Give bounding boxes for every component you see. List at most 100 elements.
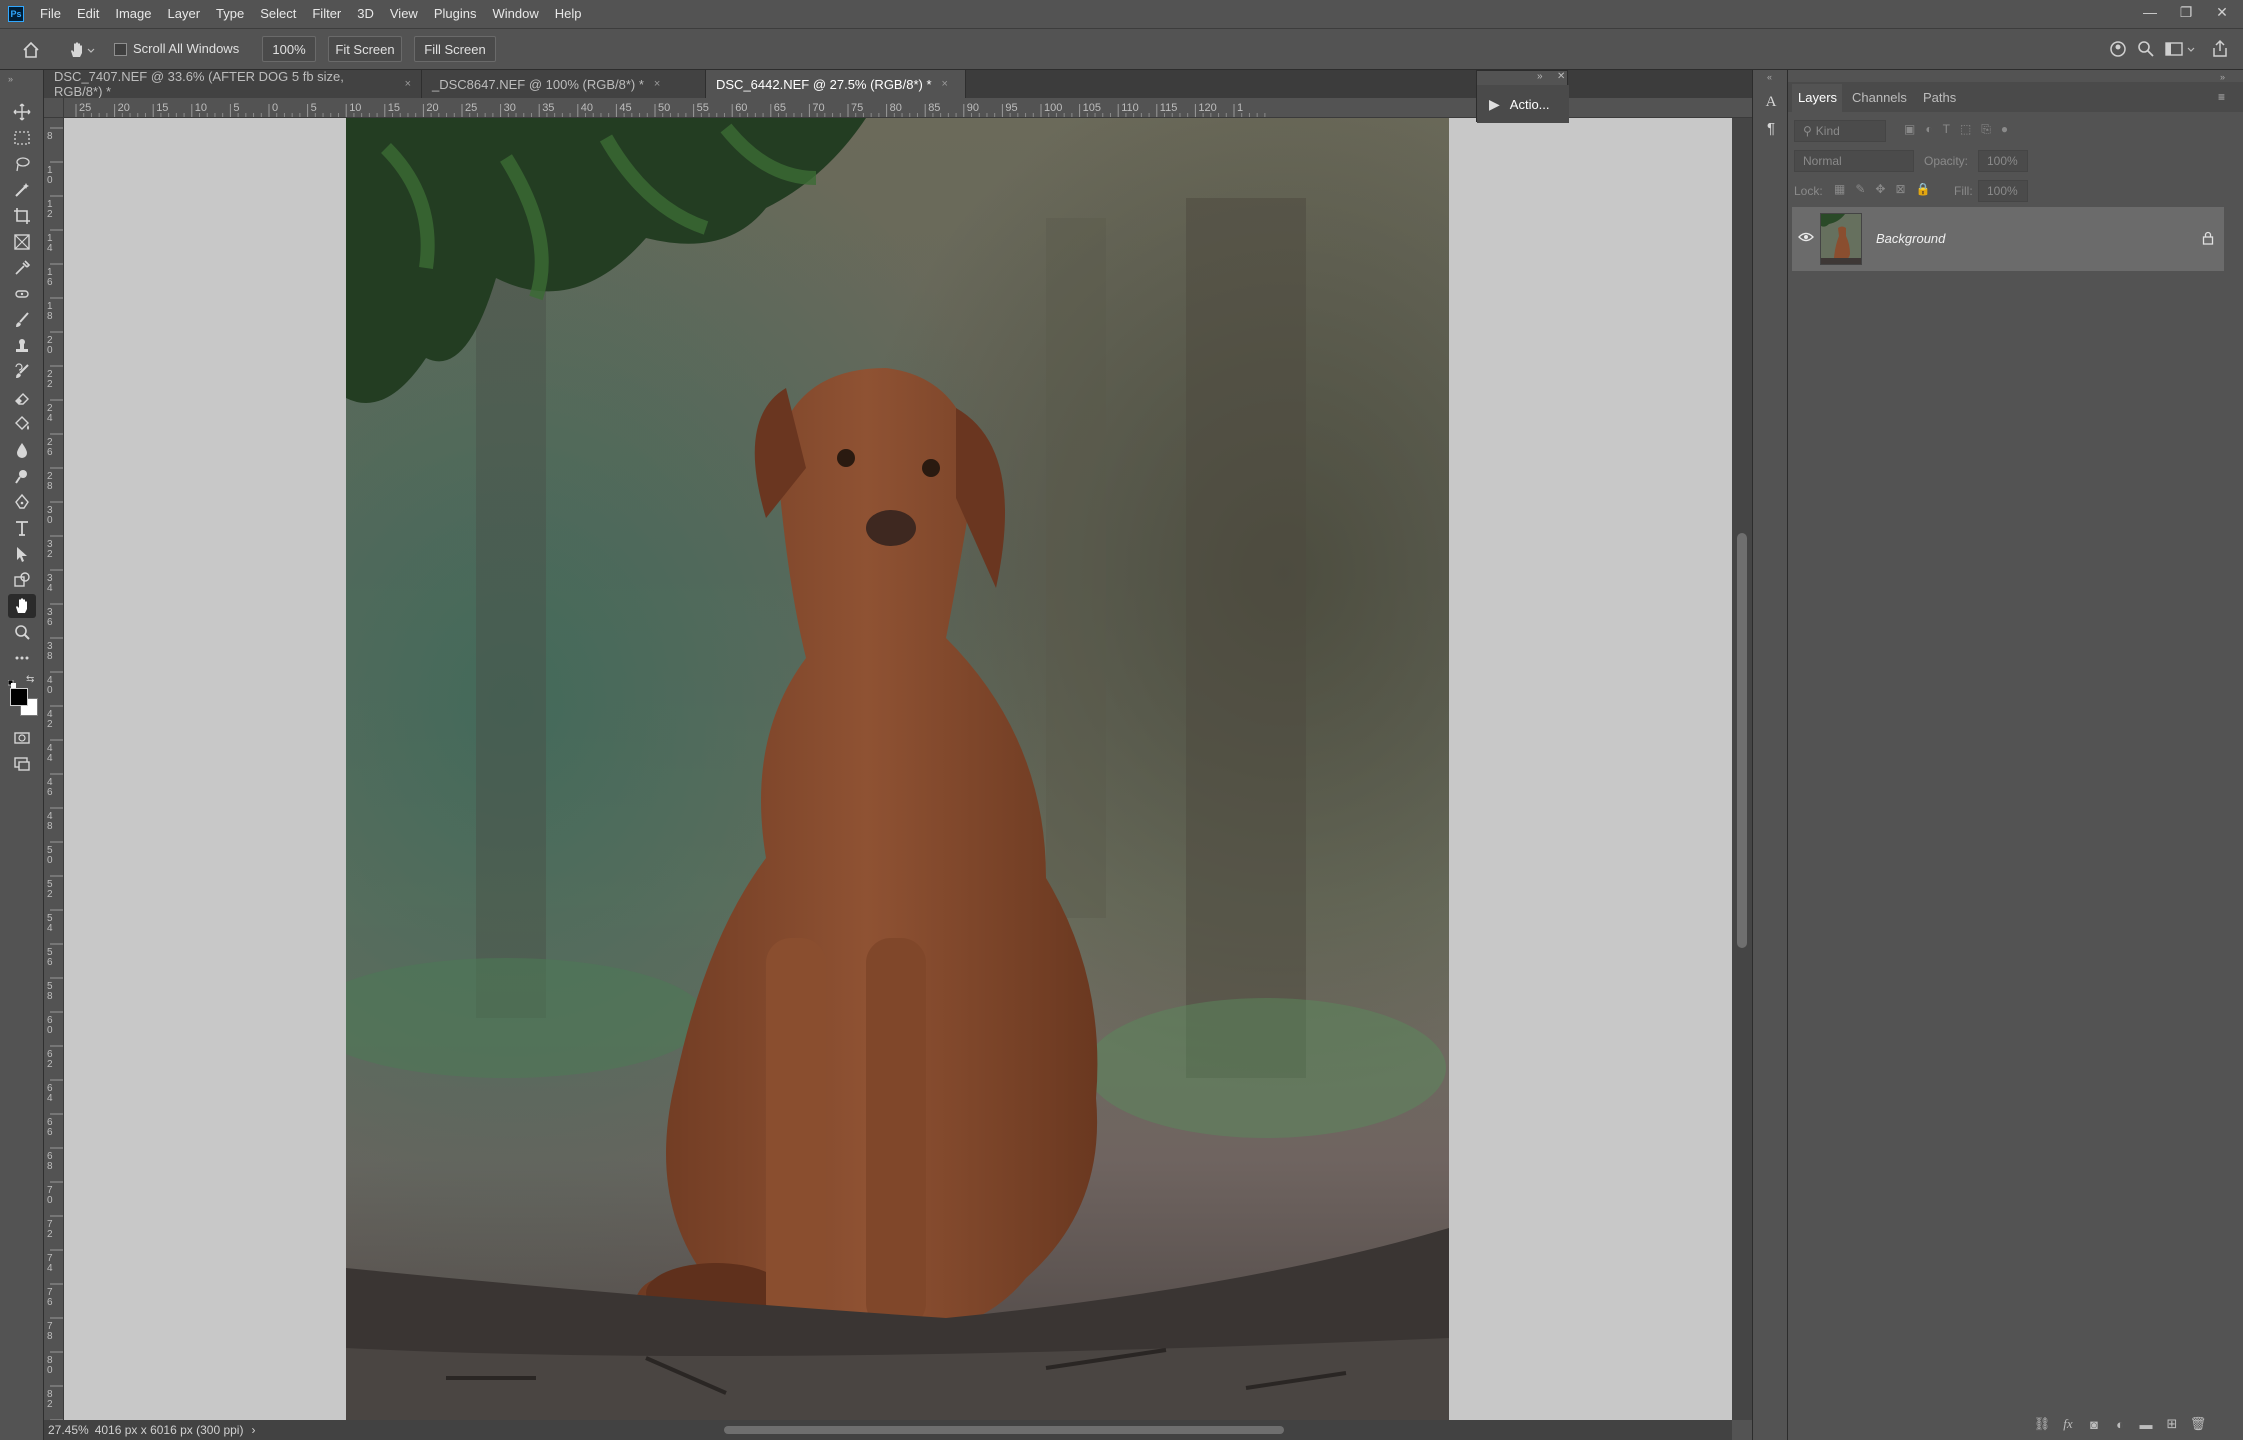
horizontal-scrollbar[interactable] xyxy=(270,1420,1732,1440)
lock-image-icon[interactable]: ✎ xyxy=(1855,182,1865,196)
smart-object-filter-icon[interactable]: ⎘ xyxy=(1981,122,1991,137)
pen-icon[interactable] xyxy=(8,490,36,514)
collapse-strip-icon[interactable]: « xyxy=(1767,72,1772,82)
history-brush-icon[interactable] xyxy=(8,360,36,384)
screen-mode-icon[interactable] xyxy=(8,752,36,776)
share-icon[interactable] xyxy=(2210,39,2232,61)
default-colors-icon[interactable] xyxy=(7,676,16,688)
workspace-icon[interactable] xyxy=(2164,39,2200,61)
close-tab-icon[interactable]: × xyxy=(942,78,948,90)
new-group-icon[interactable]: ▬ xyxy=(2136,1414,2156,1434)
opacity-input[interactable]: 100% xyxy=(1978,150,2028,172)
path-selection-icon[interactable] xyxy=(8,542,36,566)
filter-toggle-icon[interactable]: ● xyxy=(2001,122,2008,137)
vertical-ruler[interactable]: 8 10 12 14 16 18 20 22 24 26 28 30 32 34 36 38 40 42 44 46 4… xyxy=(44,118,64,1420)
layer-row-background[interactable]: Background xyxy=(1792,207,2224,271)
type-filter-icon[interactable]: T xyxy=(1943,122,1950,137)
lock-all-icon[interactable]: 🔒 xyxy=(1916,182,1931,196)
layer-style-icon[interactable]: fx xyxy=(2058,1414,2078,1434)
close-tab-icon[interactable]: × xyxy=(654,78,660,90)
adjustment-filter-icon[interactable]: ◐ xyxy=(1925,122,1932,137)
delete-layer-icon[interactable]: 🗑 xyxy=(2188,1414,2208,1434)
paint-bucket-icon[interactable] xyxy=(8,412,36,436)
menu-plugins[interactable]: Plugins xyxy=(426,0,485,28)
minimize-button[interactable]: — xyxy=(2132,0,2168,24)
menu-3d[interactable]: 3D xyxy=(349,0,382,28)
swap-colors-icon[interactable]: ⇆ xyxy=(26,674,34,685)
close-window-button[interactable]: ✕ xyxy=(2204,0,2240,24)
dodge-icon[interactable] xyxy=(8,464,36,488)
brush-icon[interactable] xyxy=(8,308,36,332)
tab-dsc7407[interactable]: DSC_7407.NEF @ 33.6% (AFTER DOG 5 fb siz… xyxy=(44,69,422,99)
menu-select[interactable]: Select xyxy=(252,0,304,28)
layer-kind-filter[interactable]: ⚲ Kind xyxy=(1794,120,1886,142)
lasso-icon[interactable] xyxy=(8,152,36,176)
zoom-tool-icon[interactable] xyxy=(8,620,36,644)
menu-view[interactable]: View xyxy=(382,0,426,28)
crop-icon[interactable] xyxy=(8,204,36,228)
zoom-100-button[interactable]: 100% xyxy=(262,36,316,62)
frame-icon[interactable] xyxy=(8,230,36,254)
tab-channels[interactable]: Channels xyxy=(1852,90,1907,105)
ruler-origin[interactable] xyxy=(44,98,64,118)
link-layers-icon[interactable]: ⛓ xyxy=(2032,1414,2052,1434)
status-menu-arrow[interactable]: › xyxy=(251,1423,255,1437)
vertical-scroll-thumb[interactable] xyxy=(1737,533,1747,948)
shape-icon[interactable] xyxy=(8,568,36,592)
move-tool-icon[interactable] xyxy=(8,100,36,124)
spot-healing-icon[interactable] xyxy=(8,282,36,306)
layer-lock-icon[interactable] xyxy=(2202,231,2214,248)
scroll-all-windows-checkbox[interactable] xyxy=(114,43,127,56)
eyedropper-icon[interactable] xyxy=(8,256,36,280)
fill-input[interactable]: 100% xyxy=(1978,180,2028,202)
collapse-panel-icon[interactable]: » xyxy=(2220,72,2225,82)
add-mask-icon[interactable]: ◙ xyxy=(2084,1414,2104,1434)
menu-filter[interactable]: Filter xyxy=(304,0,349,28)
more-tools-icon[interactable] xyxy=(8,646,36,670)
close-panel-icon[interactable]: ✕ xyxy=(1557,71,1565,82)
tab-dsc8647[interactable]: _DSC8647.NEF @ 100% (RGB/8*) * × xyxy=(422,70,706,98)
eraser-icon[interactable] xyxy=(8,386,36,410)
type-tool-icon[interactable] xyxy=(8,516,36,540)
vertical-scrollbar[interactable] xyxy=(1732,118,1752,1420)
menu-edit[interactable]: Edit xyxy=(69,0,107,28)
lock-artboard-icon[interactable]: ⊠ xyxy=(1895,182,1905,196)
home-icon[interactable] xyxy=(20,39,42,61)
document-canvas[interactable] xyxy=(64,118,1732,1420)
lock-position-icon[interactable]: ✥ xyxy=(1875,182,1885,196)
share-feedback-icon[interactable] xyxy=(2108,39,2130,61)
eye-icon[interactable] xyxy=(1798,231,1814,246)
layer-name[interactable]: Background xyxy=(1876,231,1945,246)
expand-panel-icon[interactable]: » xyxy=(1537,71,1543,82)
menu-file[interactable]: File xyxy=(32,0,69,28)
paragraph-panel-icon[interactable]: ¶ xyxy=(1761,120,1781,140)
new-layer-icon[interactable]: ⊞ xyxy=(2162,1414,2182,1434)
menu-type[interactable]: Type xyxy=(208,0,252,28)
fit-screen-button[interactable]: Fit Screen xyxy=(328,36,402,62)
adjustment-layer-icon[interactable]: ◐ xyxy=(2110,1414,2130,1434)
fill-screen-button[interactable]: Fill Screen xyxy=(414,36,496,62)
tab-paths[interactable]: Paths xyxy=(1923,90,1956,105)
menu-window[interactable]: Window xyxy=(484,0,546,28)
actions-button[interactable]: ▶ Actio... xyxy=(1477,85,1569,123)
search-icon[interactable] xyxy=(2136,39,2158,61)
tab-layers[interactable]: Layers xyxy=(1798,90,1837,105)
menu-layer[interactable]: Layer xyxy=(160,0,209,28)
rectangular-marquee-icon[interactable] xyxy=(8,126,36,150)
hand-tool-preset-icon[interactable] xyxy=(66,39,98,61)
collapse-toolbar-icon[interactable]: » xyxy=(8,74,13,84)
horizontal-scroll-thumb[interactable] xyxy=(724,1426,1284,1434)
tab-dsc6442[interactable]: DSC_6442.NEF @ 27.5% (RGB/8*) * × xyxy=(706,70,966,98)
zoom-level[interactable]: 27.45% xyxy=(48,1423,89,1437)
shape-filter-icon[interactable]: ⬚ xyxy=(1960,122,1971,137)
clone-stamp-icon[interactable] xyxy=(8,334,36,358)
menu-help[interactable]: Help xyxy=(547,0,590,28)
restore-button[interactable]: ❐ xyxy=(2168,0,2204,24)
quick-mask-icon[interactable] xyxy=(8,726,36,750)
blend-mode-select[interactable]: Normal xyxy=(1794,150,1914,172)
object-selection-icon[interactable] xyxy=(8,178,36,202)
pixel-filter-icon[interactable]: ▣ xyxy=(1904,122,1915,137)
close-tab-icon[interactable]: × xyxy=(405,78,411,90)
menu-image[interactable]: Image xyxy=(107,0,159,28)
lock-transparent-icon[interactable]: ▦ xyxy=(1834,182,1845,196)
